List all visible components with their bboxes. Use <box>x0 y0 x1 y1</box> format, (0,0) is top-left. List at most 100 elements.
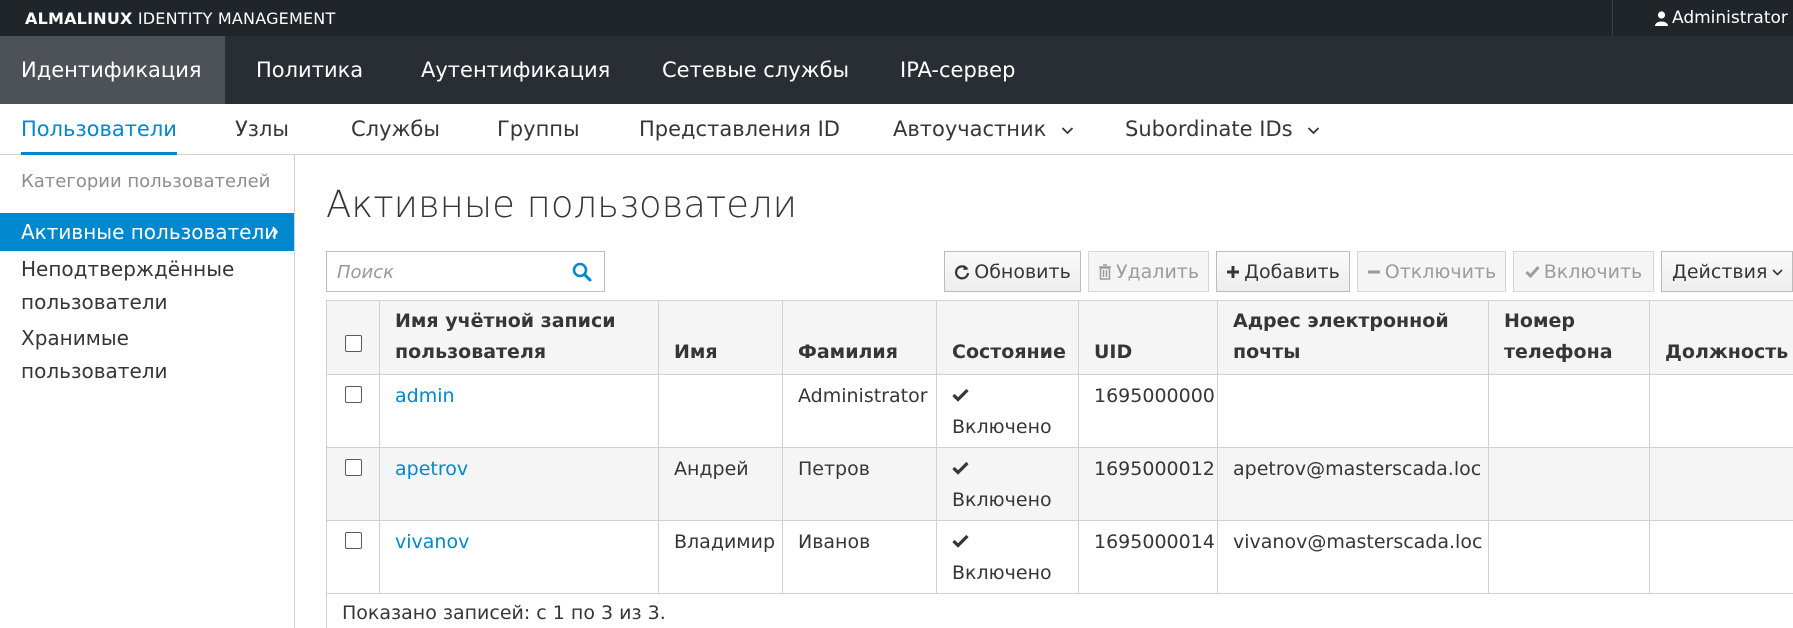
last-name-cell: Петров <box>782 447 937 521</box>
email-cell <box>1217 374 1489 448</box>
sidebar-heading: Категории пользователей <box>21 171 271 192</box>
refresh-icon <box>955 264 970 279</box>
column-header-job-title[interactable]: Должность <box>1649 300 1793 375</box>
table-row: apetrov Андрей Петров Включено 169500001… <box>326 447 1793 521</box>
page-title: Активные пользователи <box>326 183 798 226</box>
status-label: Включено <box>952 489 1052 511</box>
user-link[interactable]: admin <box>395 385 455 407</box>
chevron-right-icon <box>272 226 279 238</box>
actions-dropdown[interactable]: Действия <box>1661 251 1793 292</box>
phone-cell <box>1488 447 1650 521</box>
first-name-cell <box>658 374 783 448</box>
last-name-cell: Administrator <box>782 374 937 448</box>
row-checkbox[interactable] <box>344 386 362 403</box>
uid-cell: 1695000012 <box>1078 447 1218 521</box>
search-input[interactable] <box>337 259 557 285</box>
user-icon <box>1655 10 1668 26</box>
add-button[interactable]: Добавить <box>1216 251 1350 292</box>
status-label: Включено <box>952 562 1052 584</box>
main-nav-identity[interactable]: Идентификация <box>0 36 225 104</box>
login-cell: apetrov <box>379 447 659 521</box>
job-title-cell <box>1649 447 1793 521</box>
tab-subordinate-ids[interactable]: Subordinate IDs <box>1125 104 1320 155</box>
user-menu-button[interactable]: Administrator <box>1655 8 1793 28</box>
brand-name: ALMALINUX <box>25 9 133 28</box>
tab-automember-label: Автоучастник <box>893 117 1047 141</box>
uid-cell: 1695000014 <box>1078 520 1218 594</box>
status-cell: Включено <box>936 374 1079 448</box>
status-cell: Включено <box>936 520 1079 594</box>
minus-icon <box>1367 270 1380 273</box>
column-header-login[interactable]: Имя учётной записи пользователя <box>379 300 659 375</box>
sidebar: Категории пользователей Активные пользов… <box>0 155 295 628</box>
user-menu[interactable]: Administrator <box>1612 0 1793 36</box>
row-select-cell <box>326 447 380 521</box>
enable-button[interactable]: Включить <box>1513 251 1654 292</box>
user-link[interactable]: apetrov <box>395 458 468 480</box>
job-title-cell <box>1649 520 1793 594</box>
phone-cell <box>1488 374 1650 448</box>
main-nav: Идентификация Политика Аутентификация Се… <box>0 36 1793 104</box>
user-link[interactable]: vivanov <box>395 531 469 553</box>
chevron-down-icon <box>1308 126 1320 134</box>
column-header-first-name[interactable]: Имя <box>658 300 783 375</box>
table-header-row: Имя учётной записи пользователя Имя Фами… <box>326 300 1793 375</box>
main-nav-network-services[interactable]: Сетевые службы <box>662 36 849 104</box>
select-all-checkbox[interactable] <box>344 335 362 352</box>
row-checkbox[interactable] <box>344 532 362 549</box>
brand-logo: ALMALINUX IDENTITY MANAGEMENT <box>25 9 335 28</box>
login-cell: admin <box>379 374 659 448</box>
search-box <box>326 251 605 292</box>
trash-icon <box>1098 263 1111 280</box>
column-header-email[interactable]: Адрес электронной почты <box>1217 300 1489 375</box>
first-name-cell: Владимир <box>658 520 783 594</box>
status-cell: Включено <box>936 447 1079 521</box>
last-name-cell: Иванов <box>782 520 937 594</box>
tab-services[interactable]: Службы <box>351 104 440 155</box>
disable-label: Отключить <box>1384 260 1497 283</box>
table-footer-row: Показано записей: с 1 по 3 из 3. <box>326 593 1793 628</box>
tab-users[interactable]: Пользователи <box>21 104 177 155</box>
email-cell: vivanov@masterscada.loc <box>1217 520 1489 594</box>
chevron-down-icon <box>1772 268 1783 276</box>
table-row: vivanov Владимир Иванов Включено 1695000… <box>326 520 1793 594</box>
sidebar-item-preserved-users[interactable]: Хранимые пользователи <box>0 322 200 388</box>
column-header-status[interactable]: Состояние <box>936 300 1079 375</box>
main-nav-ipa-server[interactable]: IPA-сервер <box>900 36 1015 104</box>
actions-label: Действия <box>1672 260 1768 283</box>
refresh-label: Обновить <box>974 260 1071 283</box>
search-icon[interactable] <box>572 262 592 282</box>
tab-id-views[interactable]: Представления ID <box>639 104 840 155</box>
enable-label: Включить <box>1543 260 1643 283</box>
users-table: Имя учётной записи пользователя Имя Фами… <box>326 300 1793 628</box>
column-header-uid[interactable]: UID <box>1078 300 1218 375</box>
sub-nav: Пользователи Узлы Службы Группы Представ… <box>0 104 1793 155</box>
tab-hosts[interactable]: Узлы <box>235 104 289 155</box>
column-header-phone[interactable]: Номер телефона <box>1488 300 1650 375</box>
check-icon <box>952 461 969 475</box>
row-checkbox[interactable] <box>344 459 362 476</box>
status-label: Включено <box>952 416 1052 438</box>
uid-cell: 1695000000 <box>1078 374 1218 448</box>
table-row: admin Administrator Включено 1695000000 <box>326 374 1793 448</box>
sidebar-item-stage-users[interactable]: Неподтверждённые пользователи <box>0 253 260 319</box>
tab-groups[interactable]: Группы <box>497 104 580 155</box>
main-nav-policy[interactable]: Политика <box>256 36 363 104</box>
phone-cell <box>1488 520 1650 594</box>
plus-icon <box>1227 265 1240 278</box>
row-select-cell <box>326 374 380 448</box>
job-title-cell <box>1649 374 1793 448</box>
user-name: Administrator <box>1672 8 1788 28</box>
delete-button[interactable]: Удалить <box>1088 251 1209 292</box>
sidebar-item-active-users[interactable]: Активные пользователи <box>0 213 294 251</box>
email-cell: apetrov@masterscada.loc <box>1217 447 1489 521</box>
main-nav-authentication[interactable]: Аутентификация <box>421 36 610 104</box>
login-cell: vivanov <box>379 520 659 594</box>
column-header-last-name[interactable]: Фамилия <box>782 300 937 375</box>
refresh-button[interactable]: Обновить <box>944 251 1081 292</box>
check-icon <box>952 388 969 402</box>
disable-button[interactable]: Отключить <box>1357 251 1506 292</box>
select-all-cell <box>326 300 380 375</box>
top-bar: ALMALINUX IDENTITY MANAGEMENT Administra… <box>0 0 1793 36</box>
tab-automember[interactable]: Автоучастник <box>893 104 1074 155</box>
